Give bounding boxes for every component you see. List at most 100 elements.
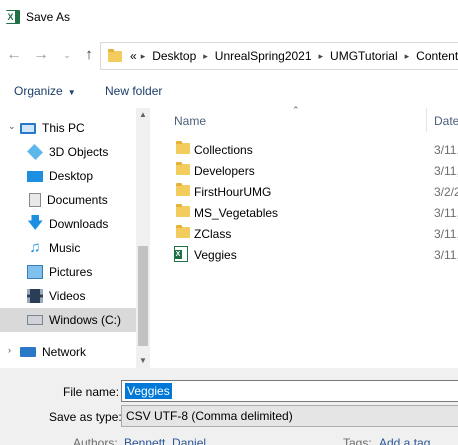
save-type-value: CSV UTF-8 (Comma delimited) [126, 409, 293, 423]
scrollbar-thumb[interactable] [138, 246, 148, 346]
file-name-field[interactable]: Veggies [121, 380, 458, 402]
list-item[interactable]: Collections 3/11, [150, 139, 458, 160]
address-bar[interactable]: « ▸ Desktop ▸ UnrealSpring2021 ▸ UMGTuto… [100, 42, 458, 70]
file-date: 3/11, [434, 248, 458, 262]
file-name-value[interactable]: Veggies [125, 383, 172, 399]
organize-button[interactable]: Organize ▼ [14, 84, 76, 98]
window-title: Save As [26, 10, 71, 24]
sidebar-item-desktop[interactable]: Desktop [0, 164, 136, 188]
sidebar-item-label: Windows (C:) [49, 313, 122, 327]
folder-icon [108, 48, 122, 62]
sidebar-item-label: This PC [42, 121, 85, 135]
file-date: 3/11, [434, 164, 458, 178]
file-name: MS_Vegetables [194, 206, 279, 220]
sidebar-item-windows-c[interactable]: Windows (C:) [0, 308, 136, 332]
sidebar-item-music[interactable]: ♫ Music [0, 236, 136, 260]
scroll-down-icon[interactable]: ▼ [136, 354, 150, 368]
list-item[interactable]: Developers 3/11, [150, 160, 458, 181]
navigation-scrollbar[interactable]: ▲ ▼ [136, 108, 150, 368]
breadcrumb-overflow[interactable]: « [130, 49, 137, 63]
sidebar-item-downloads[interactable]: 🡇 Downloads [0, 212, 136, 236]
sidebar-item-videos[interactable]: Videos [0, 284, 136, 308]
command-bar: Organize ▼ New folder [0, 76, 458, 108]
3d-objects-icon [27, 144, 43, 160]
title-bar: X Save As [0, 0, 458, 36]
documents-icon [29, 193, 41, 207]
expand-down-icon[interactable]: ⌄ [8, 121, 16, 132]
chevron-right-icon[interactable]: ▸ [319, 51, 324, 62]
chevron-right-icon[interactable]: ▸ [405, 51, 410, 62]
file-name: Developers [194, 164, 255, 178]
excel-icon: X [6, 10, 20, 24]
navigation-pane: ⌄ This PC 3D Objects Desktop Documents 🡇… [0, 108, 150, 368]
organize-label: Organize [14, 84, 63, 98]
file-date: 3/11, [434, 227, 458, 241]
file-name: Veggies [194, 248, 237, 262]
list-item[interactable]: ZClass 3/11, [150, 223, 458, 244]
column-header: Name ⌃ Date [150, 105, 458, 134]
column-name[interactable]: Name [174, 114, 206, 128]
folder-icon [176, 183, 190, 196]
arrow-up-icon[interactable]: ↑ [80, 46, 98, 64]
arrow-right-icon[interactable]: → [32, 46, 50, 64]
list-item[interactable]: X Veggies 3/11, [150, 244, 458, 265]
folder-icon [176, 141, 190, 154]
caret-down-icon: ▼ [67, 88, 76, 97]
sidebar-item-label: Downloads [49, 217, 109, 231]
music-icon: ♫ [29, 239, 41, 256]
videos-icon [27, 289, 43, 303]
breadcrumb-unrealspring2021[interactable]: UnrealSpring2021 [215, 49, 312, 63]
file-name-label: File name: [63, 385, 120, 399]
expand-right-icon[interactable]: › [8, 345, 11, 355]
file-name: Collections [194, 143, 253, 157]
chevron-down-icon[interactable]: ⌄ [58, 46, 76, 64]
authors-value[interactable]: Bennett, Daniel [124, 436, 206, 445]
sidebar-item-label: Pictures [49, 265, 93, 279]
pictures-icon [27, 265, 43, 279]
sidebar-item-label: 3D Objects [49, 145, 109, 159]
list-item[interactable]: MS_Vegetables 3/11, [150, 202, 458, 223]
save-form: File name: Veggies Save as type: CSV UTF… [0, 368, 458, 445]
column-divider[interactable] [426, 108, 427, 132]
tags-value[interactable]: Add a tag [379, 436, 430, 445]
new-folder-button[interactable]: New folder [105, 84, 162, 98]
sidebar-item-label: Videos [49, 289, 86, 303]
save-type-select[interactable]: CSV UTF-8 (Comma delimited) [121, 405, 458, 427]
sidebar-item-label: Desktop [49, 169, 94, 183]
list-item[interactable]: FirstHourUMG 3/2/2 [150, 181, 458, 202]
arrow-left-icon[interactable]: ← [5, 46, 23, 64]
folder-icon [176, 225, 190, 238]
desktop-icon [27, 170, 43, 182]
sidebar-item-label: Music [49, 241, 81, 255]
breadcrumb-content[interactable]: Content [416, 49, 458, 63]
chevron-right-icon: ▸ [140, 50, 146, 61]
file-name: FirstHourUMG [194, 185, 272, 199]
sidebar-item-label: Documents [47, 193, 108, 207]
sidebar-item-label: Network [42, 345, 87, 359]
file-date: 3/11, [434, 143, 458, 157]
column-date[interactable]: Date [434, 114, 458, 128]
downloads-icon: 🡇 [27, 215, 44, 232]
sidebar-item-network[interactable]: › Network [0, 340, 136, 364]
tags-label: Tags: [343, 436, 372, 445]
save-type-label: Save as type: [49, 410, 122, 424]
network-icon [20, 347, 36, 357]
file-name: ZClass [194, 227, 232, 241]
sidebar-item-pictures[interactable]: Pictures [0, 260, 136, 284]
scroll-up-icon[interactable]: ▲ [136, 108, 150, 122]
excel-file-icon: X [174, 246, 188, 262]
authors-label: Authors: [73, 436, 118, 445]
breadcrumb-umgtutorial[interactable]: UMGTutorial [330, 49, 398, 63]
sidebar-item-3d-objects[interactable]: 3D Objects [0, 140, 136, 164]
folder-icon [176, 204, 190, 217]
file-date: 3/11, [434, 206, 458, 220]
file-date: 3/2/2 [434, 185, 458, 199]
breadcrumb-desktop[interactable]: Desktop [152, 49, 196, 63]
sidebar-item-documents[interactable]: Documents [0, 188, 136, 212]
navigation-bar: ← → ⌄ ↑ « ▸ Desktop ▸ UnrealSpring2021 ▸… [0, 36, 458, 76]
sort-ascending-icon: ⌃ [292, 105, 300, 115]
chevron-right-icon[interactable]: ▸ [203, 51, 208, 62]
file-list: Name ⌃ Date Collections 3/11, Developers… [150, 105, 458, 368]
computer-icon [20, 122, 36, 134]
sidebar-item-this-pc[interactable]: ⌄ This PC [0, 116, 136, 140]
